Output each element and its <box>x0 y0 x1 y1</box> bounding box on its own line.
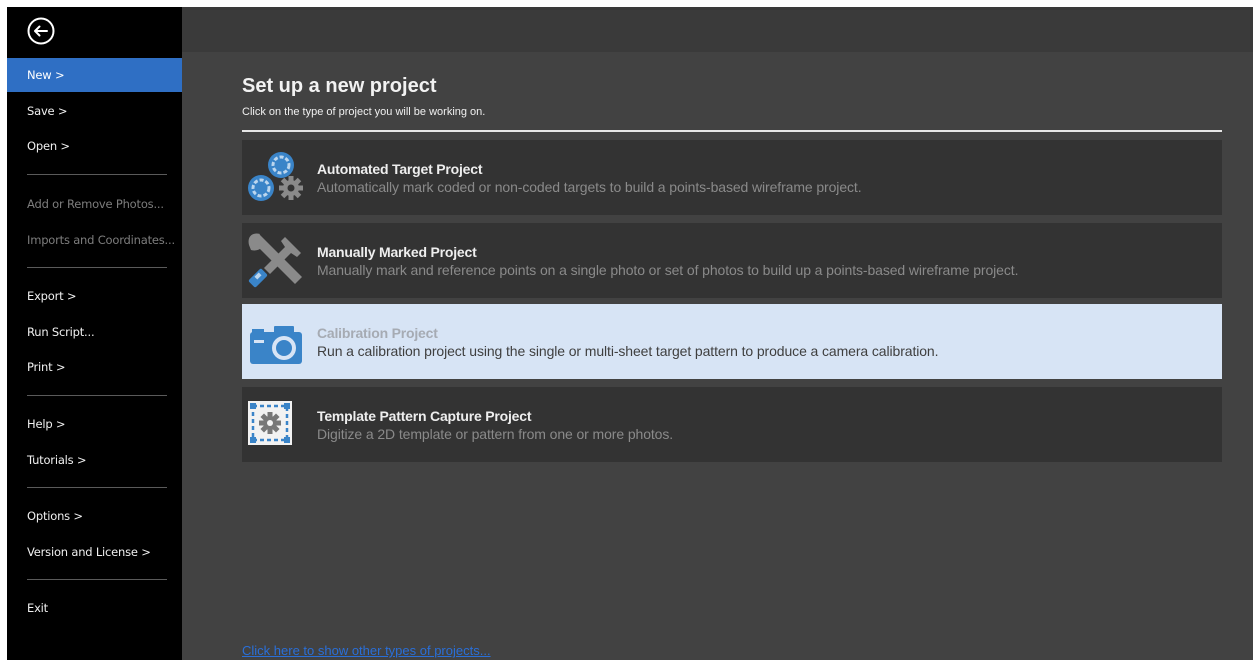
menu-print[interactable]: Print > <box>7 350 182 384</box>
menu-version-license[interactable]: Version and License > <box>7 535 182 569</box>
menu-save[interactable]: Save > <box>7 94 182 128</box>
project-card-description: Automatically mark coded or non-coded ta… <box>317 179 862 195</box>
project-card-title: Calibration Project <box>317 325 438 341</box>
page-title: Set up a new project <box>242 75 437 97</box>
title-divider <box>242 130 1222 132</box>
targets-icon <box>248 152 303 201</box>
menu-new[interactable]: New > <box>7 58 182 92</box>
menu-divider <box>27 395 167 396</box>
menu-divider <box>27 579 167 580</box>
project-card-automated-target[interactable]: Automated Target Project Automatically m… <box>242 140 1222 215</box>
menu-divider <box>27 267 167 268</box>
template-icon <box>248 401 292 445</box>
backstage-sidebar: New > Save > Open > Add or Remove Photos… <box>7 7 182 660</box>
camera-icon <box>250 326 302 364</box>
menu-add-remove-photos: Add or Remove Photos... <box>27 197 164 211</box>
project-card-title: Automated Target Project <box>317 161 483 177</box>
project-card-title: Manually Marked Project <box>317 244 477 260</box>
tools-icon <box>248 233 302 288</box>
show-other-project-types-link[interactable]: Click here to show other types of projec… <box>242 643 491 658</box>
page-subtitle: Click on the type of project you will be… <box>242 106 486 118</box>
project-card-description: Digitize a 2D template or pattern from o… <box>317 426 674 442</box>
menu-open[interactable]: Open > <box>7 129 182 163</box>
project-card-description: Run a calibration project using the sing… <box>317 343 939 359</box>
menu-help[interactable]: Help > <box>7 407 182 441</box>
menu-imports-coordinates: Imports and Coordinates... <box>27 233 175 247</box>
menu-divider <box>27 174 167 175</box>
project-card-calibration[interactable]: Calibration Project Run a calibration pr… <box>242 304 1222 379</box>
main-panel: Set up a new project Click on the type o… <box>182 52 1253 660</box>
app-window: New > Save > Open > Add or Remove Photos… <box>7 7 1253 660</box>
menu-tutorials[interactable]: Tutorials > <box>7 443 182 477</box>
back-arrow-icon[interactable] <box>27 17 55 45</box>
project-card-title: Template Pattern Capture Project <box>317 408 532 424</box>
project-card-description: Manually mark and reference points on a … <box>317 262 1019 278</box>
menu-exit[interactable]: Exit <box>7 591 182 625</box>
menu-options[interactable]: Options > <box>7 499 182 533</box>
menu-export[interactable]: Export > <box>7 279 182 313</box>
top-bar <box>182 7 1253 52</box>
menu-run-script[interactable]: Run Script... <box>7 315 182 349</box>
project-card-manually-marked[interactable]: Manually Marked Project Manually mark an… <box>242 223 1222 298</box>
menu-divider <box>27 487 167 488</box>
project-card-template-pattern[interactable]: Template Pattern Capture Project Digitiz… <box>242 387 1222 462</box>
